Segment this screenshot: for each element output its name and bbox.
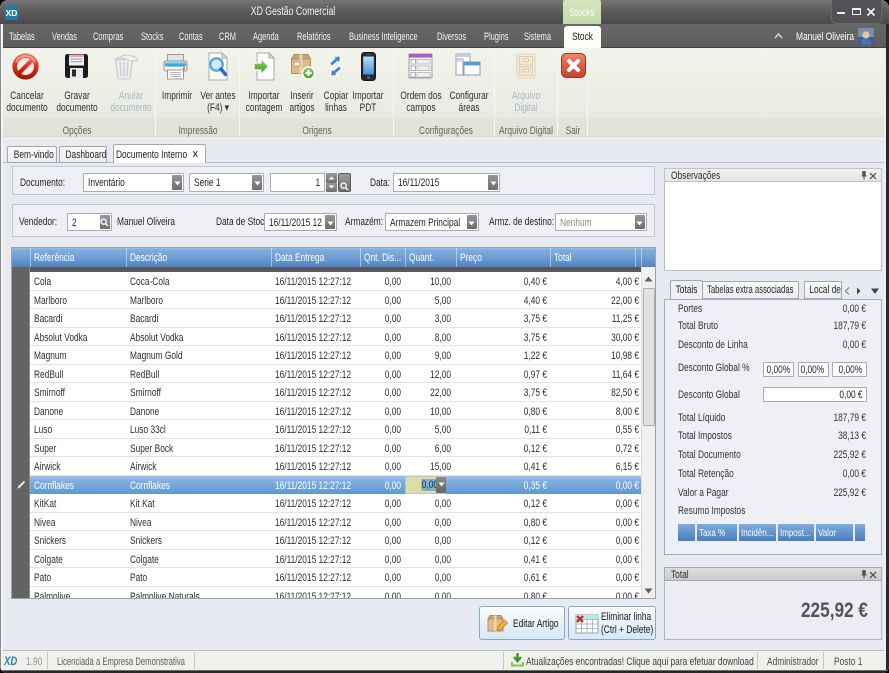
svg-text:XD: XD — [6, 8, 18, 18]
